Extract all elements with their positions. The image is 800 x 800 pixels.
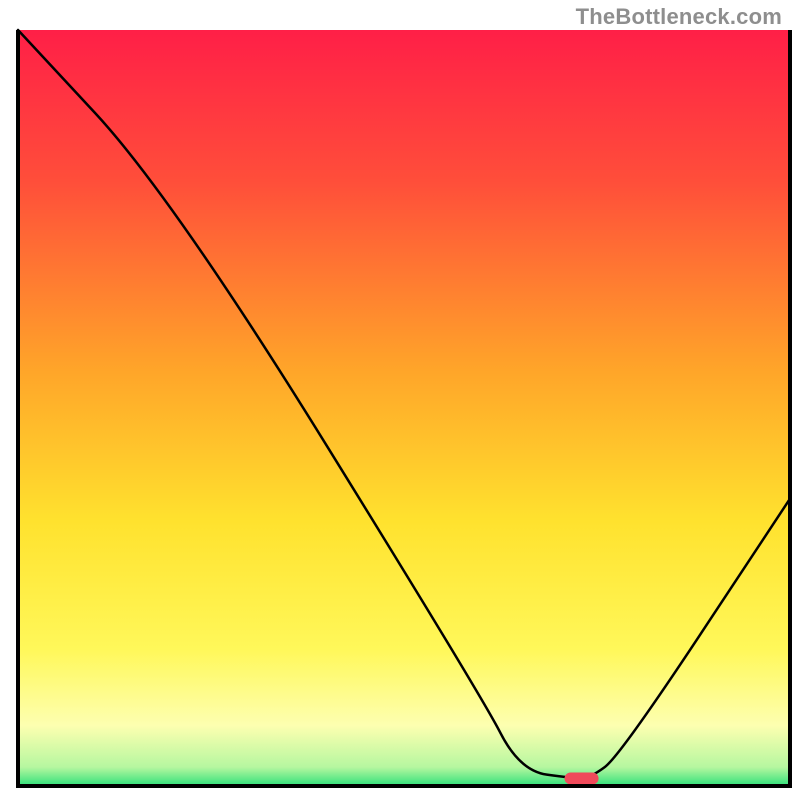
marker-pill — [565, 772, 599, 784]
chart-container: TheBottleneck.com — [0, 0, 800, 800]
watermark-label: TheBottleneck.com — [576, 4, 782, 30]
chart-svg — [0, 0, 800, 800]
